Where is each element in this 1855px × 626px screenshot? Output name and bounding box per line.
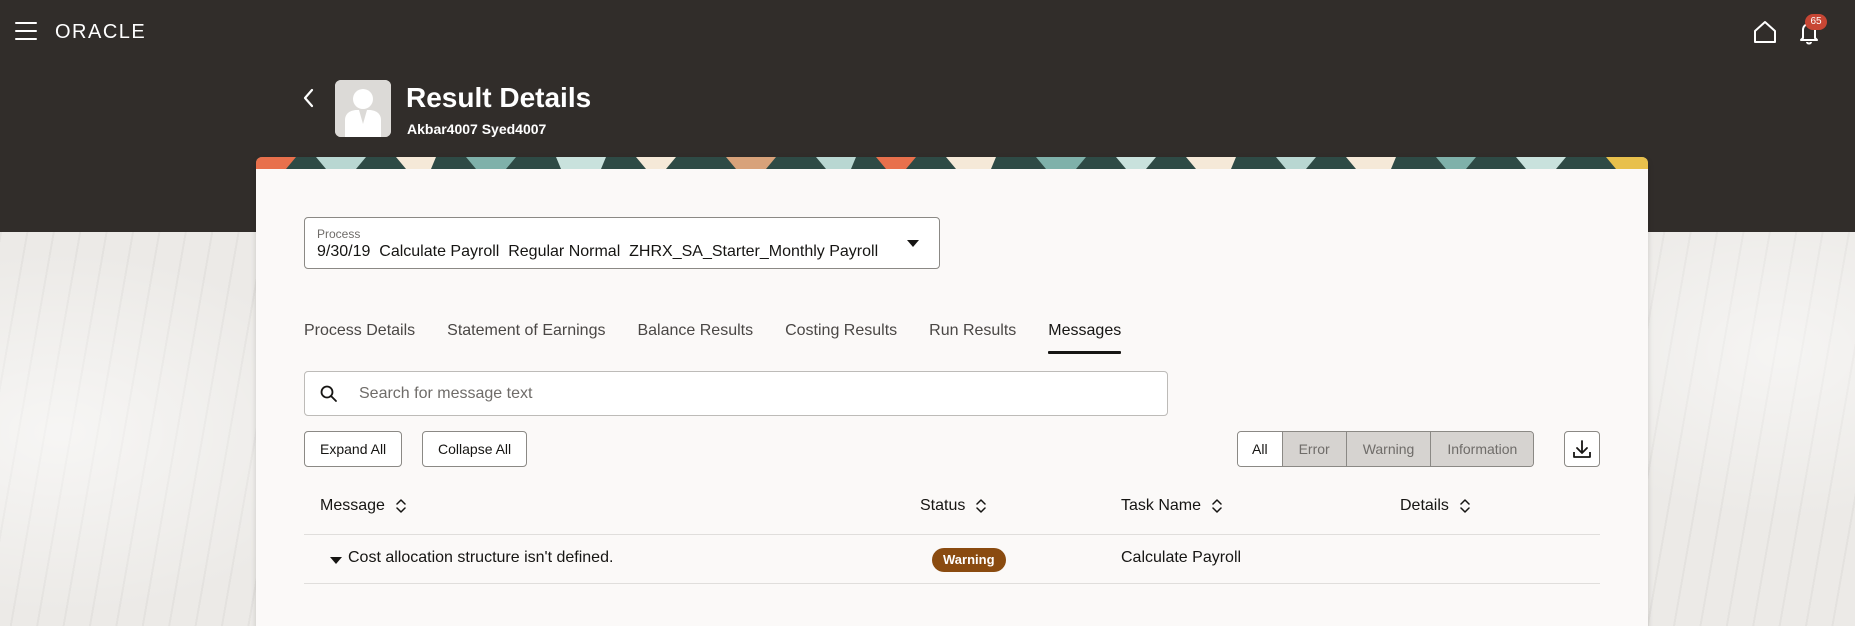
process-value: 9/30/19 Calculate Payroll Regular Normal… [317,243,879,260]
filter-all[interactable]: All [1238,432,1282,466]
page-subtitle: Akbar4007 Syed4007 [407,121,547,137]
tab-run-results[interactable]: Run Results [929,319,1016,359]
avatar [335,80,391,137]
notification-badge: 65 [1805,14,1827,30]
process-select[interactable]: Process 9/30/19 Calculate Payroll Regula… [304,217,940,269]
menu-icon[interactable] [15,22,37,40]
table-header: Message Status Task Name Details [304,483,1600,535]
download-button[interactable] [1564,431,1600,467]
result-tabs: Process Details Statement of Earnings Ba… [304,319,1153,359]
message-text: Cost allocation structure isn't defined. [348,549,614,566]
column-header-details[interactable]: Details [1400,497,1471,515]
tab-costing-results[interactable]: Costing Results [785,319,897,359]
table-row[interactable]: Cost allocation structure isn't defined.… [304,535,1600,584]
tab-balance-results[interactable]: Balance Results [637,319,753,359]
filter-information[interactable]: Information [1430,432,1534,466]
search-box [304,371,1168,416]
back-arrow-icon[interactable] [300,86,318,110]
tab-process-details[interactable]: Process Details [304,319,415,359]
column-label: Message [320,497,385,514]
sort-icon [1212,499,1222,513]
global-header: ORACLE 65 [0,0,1855,62]
expand-all-button[interactable]: Expand All [304,431,403,467]
sort-icon [396,499,406,513]
column-header-task-name[interactable]: Task Name [1121,497,1223,515]
caret-down-icon[interactable] [330,557,342,564]
tab-messages[interactable]: Messages [1048,319,1121,359]
tab-statement-of-earnings[interactable]: Statement of Earnings [447,319,605,359]
message-filter: All Error Warning Information [1237,431,1535,467]
column-header-message[interactable]: Message [320,497,407,515]
filter-error[interactable]: Error [1281,432,1346,466]
collapse-all-button[interactable]: Collapse All [422,431,528,467]
search-icon [320,385,337,402]
search-input[interactable] [359,380,1149,408]
column-label: Status [920,497,966,514]
task-name: Calculate Payroll [1121,549,1242,566]
sort-icon [1460,499,1470,513]
column-header-status[interactable]: Status [920,497,987,515]
page-title: Result Details [406,82,592,113]
column-label: Details [1400,497,1449,514]
main-card: Process 9/30/19 Calculate Payroll Regula… [256,157,1648,626]
status-badge: Warning [932,548,1006,572]
caret-down-icon [907,240,919,247]
brand-logo[interactable]: ORACLE [55,21,146,44]
process-label: Process [317,227,361,241]
home-icon[interactable] [1752,19,1778,45]
decorative-banner [256,157,1648,169]
sort-icon [976,499,987,513]
filter-warning[interactable]: Warning [1345,432,1431,466]
column-label: Task Name [1121,497,1202,514]
messages-table: Message Status Task Name Details Cost al… [304,483,1600,584]
download-icon [1573,440,1591,458]
avatar-placeholder-icon [335,80,391,137]
